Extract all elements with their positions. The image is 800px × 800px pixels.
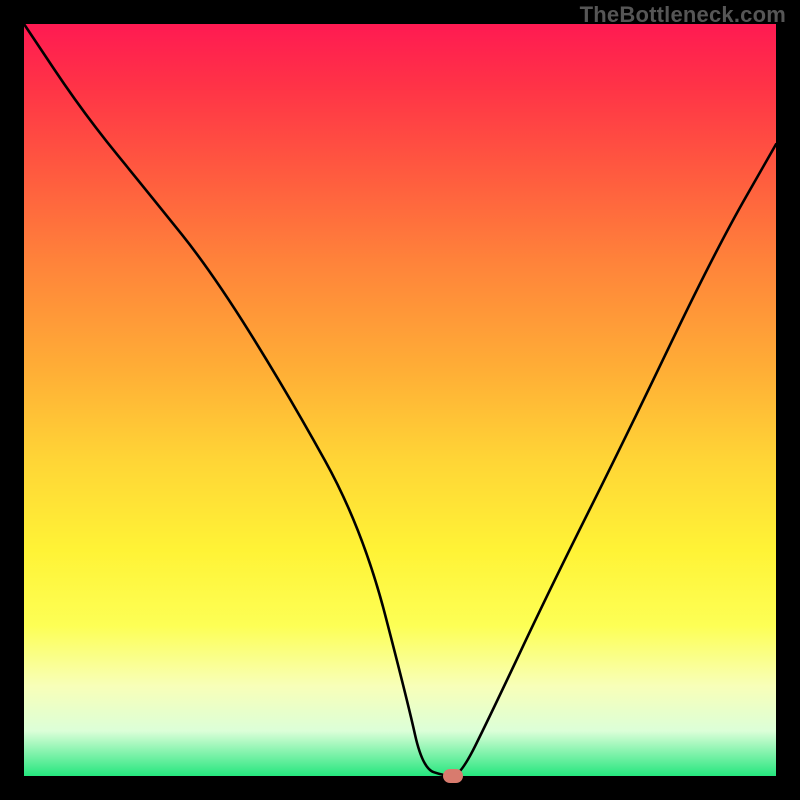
chart-frame: TheBottleneck.com — [0, 0, 800, 800]
bottleneck-curve-path — [24, 24, 776, 776]
watermark-text: TheBottleneck.com — [580, 2, 786, 28]
plot-area — [24, 24, 776, 776]
optimal-point-marker — [443, 769, 463, 783]
curve-svg — [24, 24, 776, 776]
